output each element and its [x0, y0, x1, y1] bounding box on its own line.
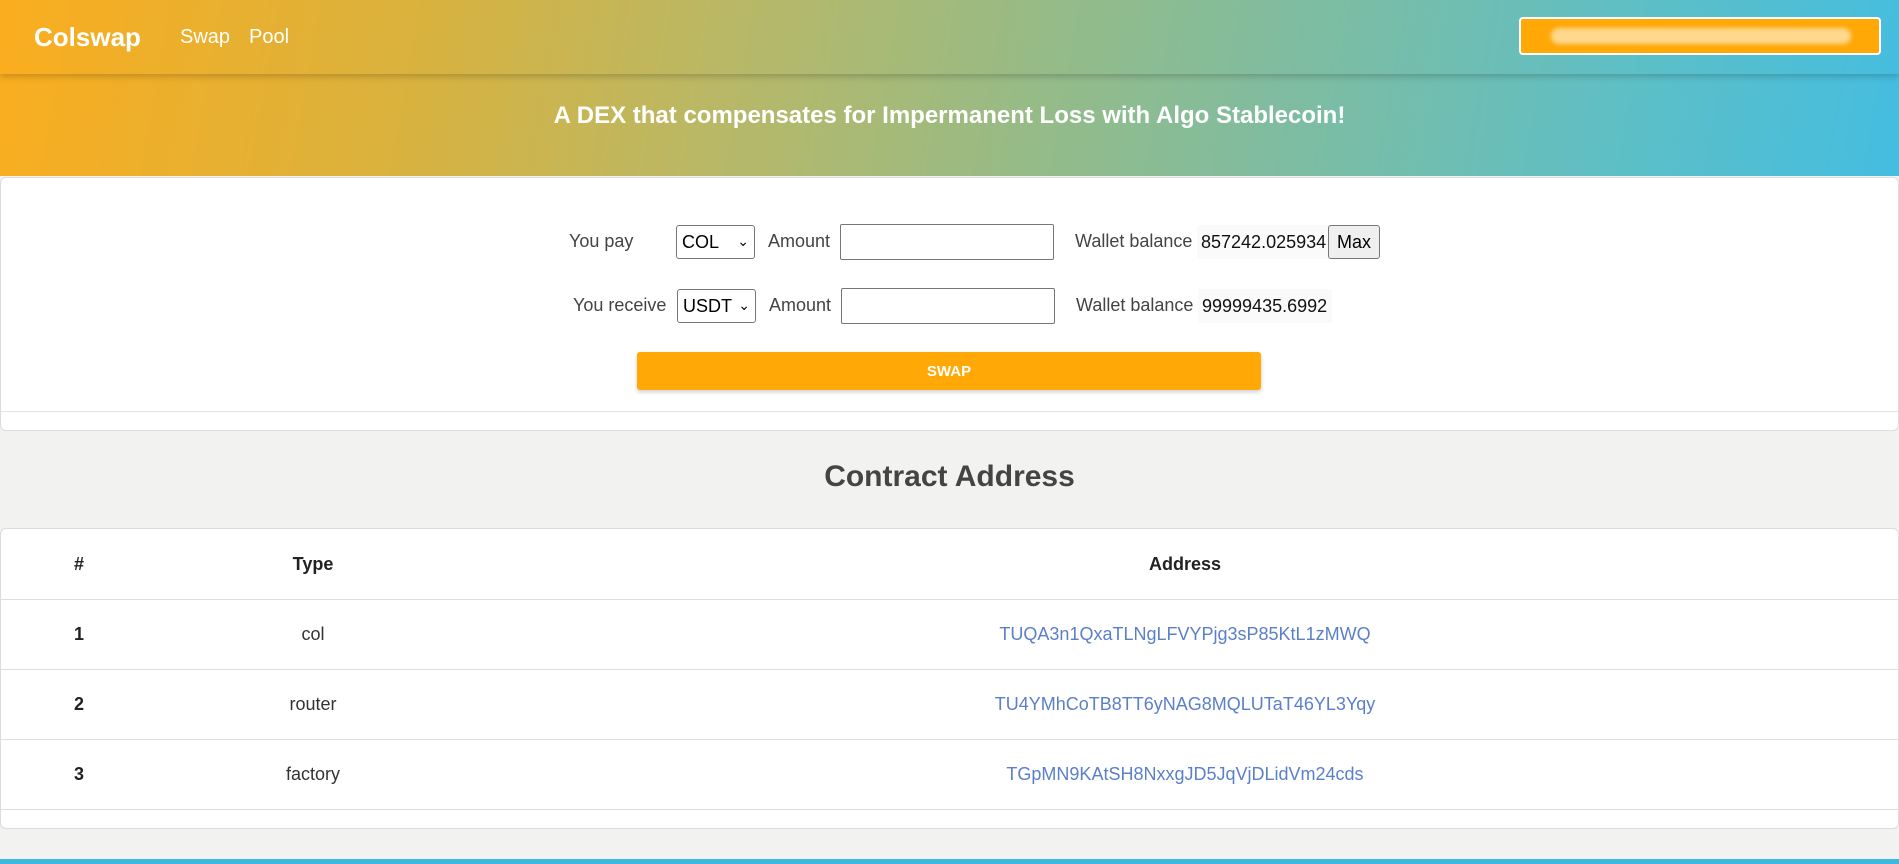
row-num: 1	[73, 624, 84, 644]
tagline: A DEX that compensates for Impermanent L…	[553, 102, 1346, 129]
row-num: 2	[73, 694, 84, 714]
pay-token-select[interactable]: COL ⌄	[676, 225, 755, 259]
footer-strip	[0, 859, 1899, 864]
brand-logo[interactable]: Colswap	[34, 22, 141, 53]
header-address: Address	[1148, 554, 1222, 574]
row-num: 3	[73, 764, 84, 784]
receive-label: You receive	[573, 295, 667, 315]
row-type: factory	[285, 764, 341, 784]
pay-balance-label: Wallet balance	[1075, 231, 1193, 251]
row-type: router	[289, 694, 337, 714]
row-address-link[interactable]: TGpMN9KAtSH8NxxgJD5JqVjDLidVm24cds	[785, 739, 1585, 809]
receive-token-value: USDT	[683, 295, 732, 316]
wallet-address-button[interactable]	[1519, 17, 1881, 55]
hero-header: Colswap Swap Pool A DEX that compensates…	[0, 0, 1899, 176]
pay-amount-input[interactable]	[840, 224, 1054, 260]
chevron-down-icon: ⌄	[737, 233, 749, 249]
row-type: col	[301, 624, 325, 644]
receive-amount-label: Amount	[769, 295, 832, 315]
pay-balance-value: 857242.025934	[1197, 225, 1331, 259]
table-row: 2 router TU4YMhCoTB8TT6yNAG8MQLUTaT46YL3…	[1, 669, 1898, 740]
contracts-table: # Type Address 1 col TUQA3n1QxaTLNgLFVYP…	[0, 528, 1899, 829]
top-navbar: Colswap Swap Pool	[0, 0, 1899, 74]
receive-balance-value: 99999435.6992	[1198, 289, 1332, 323]
table-row: 3 factory TGpMN9KAtSH8NxxgJD5JqVjDLidVm2…	[1, 739, 1898, 810]
header-type: Type	[292, 554, 334, 574]
max-button[interactable]: Max	[1328, 225, 1380, 259]
receive-token-select[interactable]: USDT ⌄	[677, 289, 756, 323]
pay-label: You pay	[569, 231, 634, 251]
row-address-link[interactable]: TU4YMhCoTB8TT6yNAG8MQLUTaT46YL3Yqy	[785, 669, 1585, 739]
redacted-address	[1551, 28, 1851, 44]
nav-pool[interactable]: Pool	[249, 26, 289, 49]
contracts-title: Contract Address	[824, 460, 1075, 493]
row-address-link[interactable]: TUQA3n1QxaTLNgLFVYPjg3sP85KtL1zMWQ	[785, 599, 1585, 669]
table-header-row: # Type Address	[1, 529, 1898, 600]
swap-button[interactable]: SWAP	[637, 352, 1261, 390]
chevron-down-icon: ⌄	[738, 297, 750, 313]
nav-swap[interactable]: Swap	[180, 26, 230, 49]
pay-token-value: COL	[682, 231, 720, 252]
pay-amount-label: Amount	[768, 231, 831, 251]
divider	[1, 411, 1898, 412]
receive-amount-input[interactable]	[841, 288, 1055, 324]
receive-balance-label: Wallet balance	[1076, 295, 1194, 315]
table-row: 1 col TUQA3n1QxaTLNgLFVYPjg3sP85KtL1zMWQ	[1, 599, 1898, 670]
header-num: #	[73, 554, 84, 574]
